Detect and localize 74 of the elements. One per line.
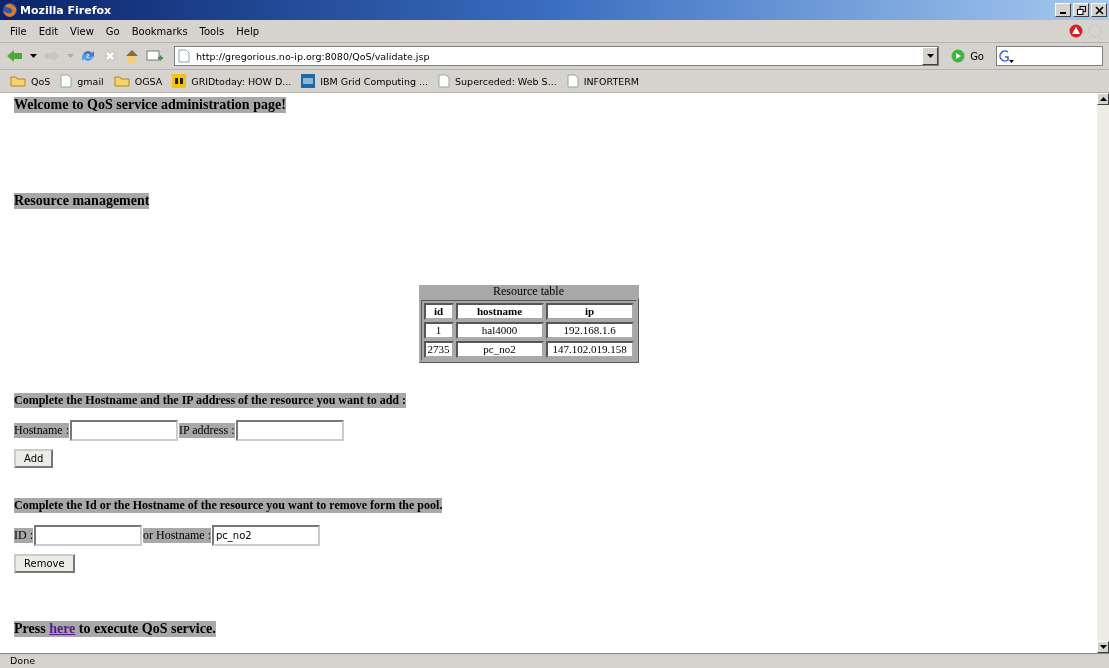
column-header: hostname — [455, 303, 544, 320]
table-cell: pc_no2 — [455, 341, 544, 358]
execute-sentence: Press here to execute QoS service. — [14, 621, 216, 637]
add-instruction: Complete the Hostname and the IP address of the resource you want to add : — [14, 393, 406, 408]
hostname-field[interactable]: pc_no2 — [212, 525, 320, 546]
menu-item[interactable]: File — [6, 25, 31, 37]
column-header: ip — [545, 303, 634, 320]
down-caret-icon — [1099, 645, 1107, 649]
bookmark-item[interactable]: GRIDtoday: HOW D... — [172, 74, 292, 88]
dropdown-caret-icon[interactable] — [30, 54, 37, 58]
search-field[interactable] — [996, 46, 1103, 66]
menu-item[interactable]: Edit — [34, 25, 63, 37]
id-field[interactable] — [34, 525, 142, 546]
bookmark-item[interactable]: OGSA — [113, 75, 163, 87]
search-engine-icon[interactable] — [997, 48, 1015, 64]
page-icon — [438, 74, 451, 88]
menu-item[interactable]: Go — [101, 25, 124, 37]
address-field[interactable]: http://gregorious.no-ip.org:8080/QoS/validate.jsp — [174, 46, 940, 66]
here-link[interactable]: here — [49, 621, 76, 636]
welcome-heading: Welcome to QoS service administration page! — [14, 97, 286, 113]
scroll-down-button[interactable] — [1097, 641, 1109, 653]
folder-icon — [113, 75, 130, 87]
reload-icon[interactable] — [80, 48, 96, 64]
page-icon — [60, 74, 73, 88]
new-tab-icon[interactable] — [146, 49, 164, 63]
caret-icon — [926, 54, 934, 58]
page-icon — [566, 74, 579, 88]
add-button[interactable]: Add — [14, 449, 54, 468]
restore-icon — [1076, 5, 1086, 15]
table-cell: 1 — [423, 322, 454, 339]
site-icon — [172, 74, 187, 88]
go-button[interactable]: Go — [945, 49, 990, 63]
section-heading: Resource management — [14, 193, 150, 209]
close-icon — [1094, 5, 1104, 15]
menu-item[interactable]: Tools — [195, 25, 229, 37]
restore-button[interactable] — [1073, 3, 1089, 17]
remove-button[interactable]: Remove — [14, 554, 75, 573]
bookmark-item[interactable]: QoS — [10, 75, 51, 87]
field-label: IP address : — [179, 423, 235, 438]
field-label: ID : — [14, 528, 33, 543]
column-header: id — [423, 303, 454, 320]
table-caption: Resource table — [418, 285, 639, 298]
scrollbar[interactable] — [1097, 93, 1109, 653]
table-cell: hal4000 — [455, 322, 544, 339]
bookmark-item[interactable]: gmail — [60, 74, 104, 88]
hostname-field[interactable] — [70, 420, 178, 441]
field-label: Hostname : — [14, 423, 69, 438]
play-icon — [951, 49, 966, 63]
site-icon — [301, 74, 316, 88]
table-cell: 147.102.019.158 — [545, 341, 634, 358]
remove-instruction: Complete the Id or the Hostname of the resource you want to remove form the pool. — [14, 498, 443, 513]
warning-icon — [1069, 24, 1083, 38]
menu-item[interactable]: Bookmarks — [127, 25, 192, 37]
status-text: Done — [0, 653, 1109, 668]
minimize-button[interactable] — [1055, 3, 1071, 17]
scroll-up-button[interactable] — [1097, 93, 1109, 105]
dropdown-button[interactable] — [922, 47, 939, 65]
page-icon — [178, 49, 190, 63]
folder-icon — [10, 75, 26, 87]
bookmark-item[interactable]: Superceded: Web S... — [438, 74, 557, 88]
menu-item[interactable]: View — [66, 25, 98, 37]
bookmark-item[interactable]: INFORTERM — [566, 74, 640, 88]
ip-address-field[interactable] — [235, 420, 344, 441]
window-title: Mozilla Firefox — [20, 3, 112, 17]
minimize-icon — [1060, 12, 1066, 14]
close-button[interactable] — [1091, 3, 1107, 17]
table-cell: 192.168.1.6 — [545, 322, 634, 339]
bookmark-item[interactable]: IBM Grid Computing ... — [301, 74, 429, 88]
menu-item[interactable]: Help — [232, 25, 264, 37]
table-cell: 2735 — [423, 341, 454, 358]
field-label: or Hostname : — [143, 528, 211, 543]
firefox-logo-icon — [2, 2, 18, 18]
up-caret-icon — [1099, 97, 1107, 101]
home-icon[interactable] — [124, 48, 140, 64]
